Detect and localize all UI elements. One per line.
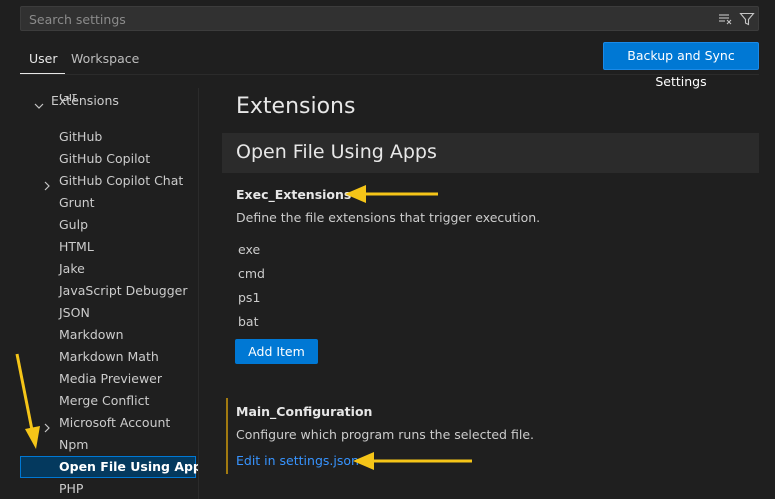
sidebar-item-html[interactable]: HTML — [20, 236, 196, 258]
sidebar-item-label: Markdown Math — [59, 349, 159, 364]
edit-in-settings-json-link[interactable]: Edit in settings.json — [236, 453, 359, 468]
sidebar-item-label: Open File Using Apps — [59, 459, 198, 474]
sidebar-item-label: Merge Conflict — [59, 393, 150, 408]
sidebar-item-markdown-math[interactable]: Markdown Math — [20, 346, 196, 368]
sidebar-item-open-file-using-apps[interactable]: Open File Using Apps — [20, 456, 198, 478]
clear-filter-icon[interactable] — [717, 11, 733, 27]
sidebar-item-label: Jake — [59, 261, 85, 276]
sidebar-item-label: GitHub Copilot — [59, 151, 151, 166]
sidebar-item-label: GitHub — [59, 129, 103, 144]
sidebar-item-label: JSON — [59, 305, 90, 320]
sidebar-item-label: GitHub Copilot Chat — [59, 173, 184, 188]
exec-extensions-description: Define the file extensions that trigger … — [236, 210, 541, 225]
sidebar-item-php[interactable]: PHP — [20, 478, 196, 499]
sidebar-item-npm[interactable]: Npm — [20, 434, 196, 456]
sidebar-item-jake[interactable]: Jake — [20, 258, 196, 280]
search-input[interactable]: Search settings — [20, 6, 759, 31]
sidebar-item-github[interactable]: GitHub — [20, 126, 196, 148]
section-title: Extensions — [236, 94, 356, 119]
sidebar-item-microsoft-account[interactable]: Microsoft Account — [20, 412, 196, 434]
list-item[interactable]: bat — [238, 314, 259, 329]
list-item[interactable]: cmd — [238, 266, 265, 281]
sidebar-item-json[interactable]: JSON — [20, 302, 196, 324]
chevron-right-icon — [42, 418, 52, 433]
sidebar-item-label: HTML — [59, 239, 94, 254]
exec-extensions-title: Exec_Extensions — [236, 187, 352, 202]
list-item[interactable]: exe — [238, 242, 260, 257]
sidebar-item-github-copilot-chat[interactable]: GitHub Copilot Chat — [20, 170, 196, 192]
backup-and-sync-button[interactable]: Backup and Sync Settings — [603, 42, 759, 89]
tabs-divider — [20, 74, 759, 75]
sidebar-item-label: Npm — [59, 437, 89, 452]
add-item-button[interactable]: Add Item — [235, 339, 318, 364]
toc-divider — [198, 88, 199, 499]
sidebar-item-merge-conflict[interactable]: Merge Conflict — [20, 390, 196, 412]
sidebar-item-gulp[interactable]: Gulp — [20, 214, 196, 236]
sidebar-item-label: Media Previewer — [59, 371, 163, 386]
sidebar-item-label: Git — [59, 94, 78, 104]
search-placeholder: Search settings — [29, 12, 126, 27]
sidebar-item-label: Markdown — [59, 327, 124, 342]
list-item[interactable]: ps1 — [238, 290, 260, 305]
sidebar-item-javascript-debugger[interactable]: JavaScript Debugger — [20, 280, 196, 302]
arrow-left-icon — [345, 185, 438, 203]
sidebar-item-label: PHP — [59, 481, 84, 496]
main-configuration-description: Configure which program runs the selecte… — [236, 427, 534, 442]
chevron-right-icon — [42, 176, 52, 191]
sidebar-item-media-previewer[interactable]: Media Previewer — [20, 368, 196, 390]
settings-toc: Extensions Git GitHub GitHub Copilot GitHub… — [20, 88, 198, 499]
group-title: Open File Using Apps — [236, 141, 437, 163]
sidebar-item-grunt[interactable]: Grunt — [20, 192, 196, 214]
sidebar-item-label: Grunt — [59, 195, 95, 210]
arrow-left-icon — [353, 452, 472, 470]
sidebar-item-label: Microsoft Account — [59, 415, 171, 430]
sidebar-item-github-copilot[interactable]: GitHub Copilot — [20, 148, 196, 170]
sidebar-item-git[interactable]: Git — [20, 94, 196, 108]
main-configuration-title: Main_Configuration — [236, 404, 373, 419]
sidebar-item-markdown[interactable]: Markdown — [20, 324, 196, 346]
sidebar-item-label: JavaScript Debugger — [59, 283, 188, 298]
tab-user[interactable]: User — [29, 51, 58, 66]
filter-icon[interactable] — [739, 11, 755, 27]
sidebar-item-label: Gulp — [59, 217, 89, 232]
setting-focus-indicator — [226, 398, 228, 474]
tab-workspace[interactable]: Workspace — [71, 51, 139, 66]
